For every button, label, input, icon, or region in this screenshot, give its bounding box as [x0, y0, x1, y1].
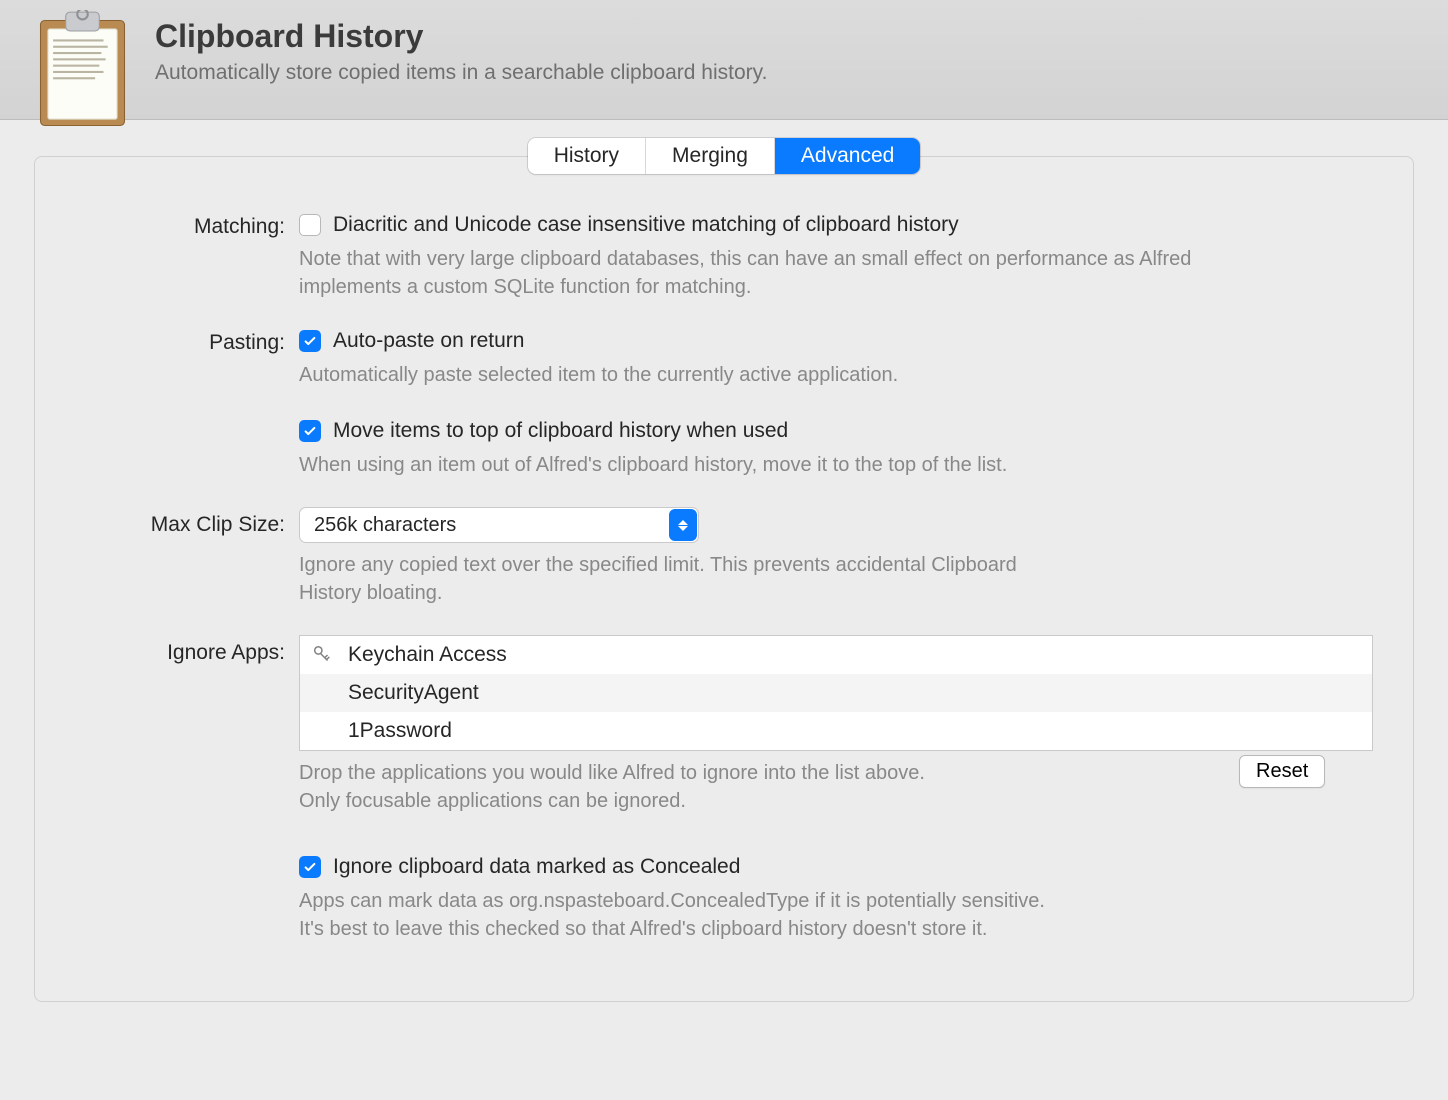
ignore-app-name: Keychain Access	[348, 643, 507, 667]
maxclip-label: Max Clip Size:	[75, 507, 299, 537]
move-to-top-label: Move items to top of clipboard history w…	[333, 419, 788, 443]
clipboard-icon	[30, 10, 135, 130]
tab-advanced[interactable]: Advanced	[775, 138, 920, 174]
preferences-header: Clipboard History Automatically store co…	[0, 0, 1448, 120]
tab-history[interactable]: History	[528, 138, 646, 174]
maxclip-value: 256k characters	[314, 514, 456, 537]
reset-button[interactable]: Reset	[1239, 755, 1325, 788]
pasting-label: Pasting:	[75, 329, 299, 355]
ignore-apps-label: Ignore Apps:	[75, 635, 299, 665]
maxclip-select[interactable]: 256k characters	[299, 507, 699, 543]
move-to-top-hint: When using an item out of Alfred's clipb…	[299, 451, 1219, 479]
concealed-checkbox[interactable]	[299, 856, 321, 878]
autopaste-checkbox[interactable]	[299, 330, 321, 352]
ignore-app-name: 1Password	[348, 719, 452, 743]
keychain-icon	[310, 644, 334, 666]
matching-label: Matching:	[75, 213, 299, 239]
autopaste-hint: Automatically paste selected item to the…	[299, 361, 1219, 389]
ignore-app-row[interactable]: SecurityAgent	[300, 674, 1372, 712]
move-to-top-checkbox[interactable]	[299, 420, 321, 442]
maxclip-hint: Ignore any copied text over the specifie…	[299, 551, 1019, 607]
ignore-app-name: SecurityAgent	[348, 681, 479, 705]
ignore-apps-list[interactable]: Keychain Access SecurityAgent 1Password	[299, 635, 1373, 751]
ignore-apps-hint: Drop the applications you would like Alf…	[299, 759, 1219, 815]
concealed-hint: Apps can mark data as org.nspasteboard.C…	[299, 887, 1219, 943]
tab-merging[interactable]: Merging	[646, 138, 775, 174]
page-title: Clipboard History	[155, 18, 767, 55]
ignore-app-row[interactable]: 1Password	[300, 712, 1372, 750]
ignore-app-row[interactable]: Keychain Access	[300, 636, 1372, 674]
matching-checkbox[interactable]	[299, 214, 321, 236]
advanced-panel: Matching: Diacritic and Unicode case ins…	[34, 156, 1414, 1002]
autopaste-label: Auto-paste on return	[333, 329, 524, 353]
tab-bar: HistoryMergingAdvanced	[0, 138, 1448, 174]
chevron-updown-icon	[669, 509, 697, 541]
matching-checkbox-label: Diacritic and Unicode case insensitive m…	[333, 213, 959, 237]
concealed-label: Ignore clipboard data marked as Conceale…	[333, 855, 740, 879]
matching-hint: Note that with very large clipboard data…	[299, 245, 1219, 301]
page-subtitle: Automatically store copied items in a se…	[155, 61, 767, 85]
